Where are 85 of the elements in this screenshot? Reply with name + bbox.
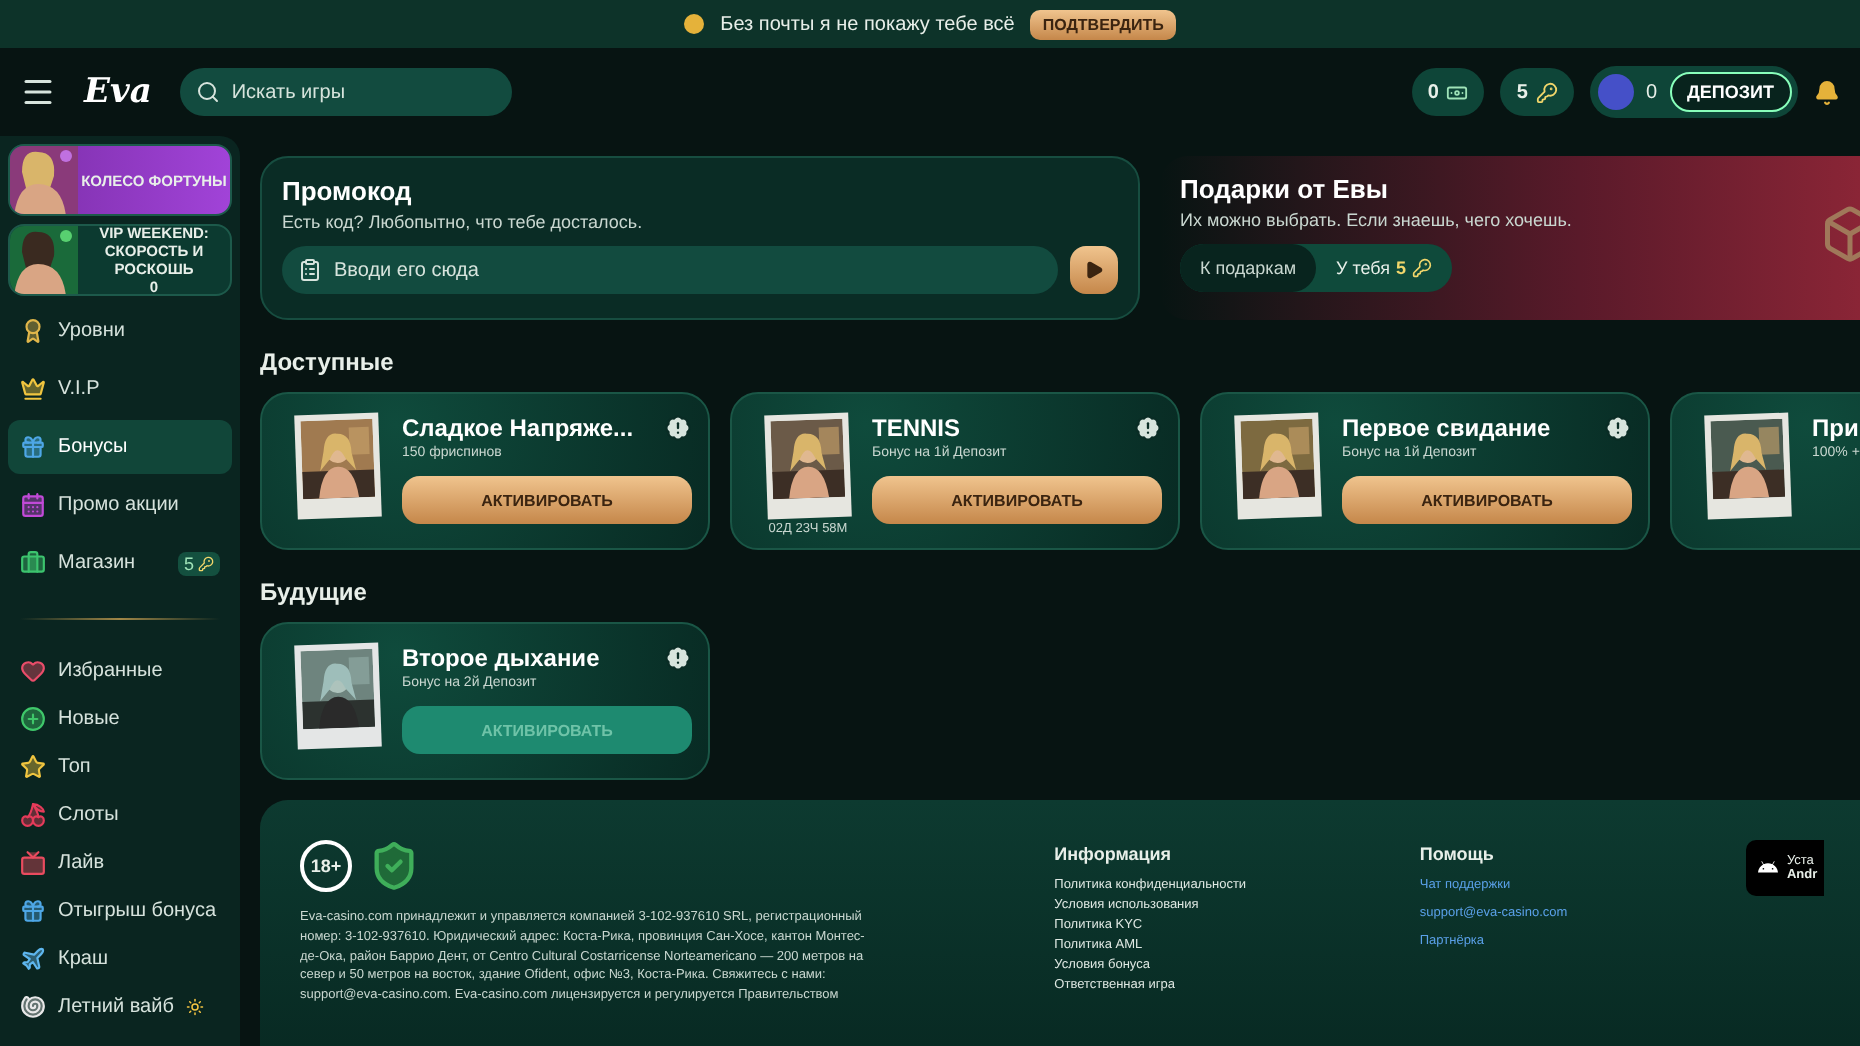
logo: Eva xyxy=(84,72,152,112)
sidebar-item[interactable]: Отыгрыш бонуса xyxy=(8,888,232,932)
card-title: Второе дыхание xyxy=(402,644,600,672)
card-title: Сладкое Напряже... xyxy=(402,414,634,442)
sidebar-label: Уровни xyxy=(58,320,125,342)
sidebar-label: V.I.P xyxy=(58,378,100,400)
info-icon[interactable] xyxy=(1134,414,1162,442)
cash-balance[interactable]: 0 xyxy=(1411,68,1485,116)
plane-icon xyxy=(20,945,46,971)
play-icon xyxy=(1084,260,1104,280)
heart-icon xyxy=(20,657,46,683)
sidebar-label: Бонусы xyxy=(58,436,128,458)
wallet-amount: 0 xyxy=(1645,81,1657,103)
sidebar-item[interactable]: Бонусы xyxy=(8,420,232,474)
sidebar-label: Отыгрыш бонуса xyxy=(58,899,217,921)
keys-count: У тебя 5 xyxy=(1316,258,1453,278)
section-title: Будущие xyxy=(260,578,369,606)
search-icon xyxy=(195,80,220,104)
bell-icon[interactable] xyxy=(1814,79,1840,105)
sidebar-label: Новые xyxy=(58,707,120,729)
clipboard-icon xyxy=(298,258,322,282)
shell-icon xyxy=(20,993,46,1019)
sidebar-item[interactable]: Магазин 5 xyxy=(8,536,232,590)
sidebar-label: Избранные xyxy=(58,659,163,681)
gifts-button[interactable]: К подаркам xyxy=(1180,244,1317,292)
card-title: TENNIS xyxy=(872,414,961,442)
banknote-icon xyxy=(1446,81,1469,103)
panel-title: Промокод xyxy=(282,176,414,206)
calendar-icon xyxy=(20,492,46,518)
key-icon xyxy=(1535,81,1558,103)
activate-button[interactable]: АКТИВИРОВАТЬ xyxy=(1342,476,1632,524)
submit-button[interactable] xyxy=(1070,246,1118,294)
sidebar-item[interactable]: Топ xyxy=(8,744,232,788)
medal-icon xyxy=(20,318,46,344)
deposit-button[interactable]: ДЕПОЗИТ xyxy=(1669,72,1792,112)
gift-icon xyxy=(20,434,46,460)
sidebar-item[interactable]: Новые xyxy=(8,696,232,740)
plus-icon xyxy=(20,705,46,731)
activate-button[interactable]: АКТИВИРОВАТЬ xyxy=(872,476,1162,524)
notice-text: Без почты я не покажу тебе всё xyxy=(720,13,1015,35)
activate-button[interactable]: АКТИВИРОВАТЬ xyxy=(402,476,692,524)
sidebar-item[interactable]: Краш xyxy=(8,936,232,980)
sun-icon xyxy=(185,997,204,1015)
menu-icon[interactable] xyxy=(20,74,56,110)
coin-icon xyxy=(684,14,705,34)
sidebar-item[interactable]: Лайв xyxy=(8,840,232,884)
gift-icon xyxy=(20,897,46,923)
age-badge: 18+ xyxy=(300,840,352,892)
sidebar-label: Лайв xyxy=(58,851,105,873)
sidebar-label: Летний вайб xyxy=(58,995,174,1017)
sidebar-item[interactable]: V.I.P xyxy=(8,362,232,416)
sidebar-label: Краш xyxy=(58,947,108,969)
panel-subtitle: Есть код? Любопытно, что тебе досталось. xyxy=(282,212,645,232)
sidebar-label: Слоты xyxy=(58,803,119,825)
keys-balance[interactable]: 5 xyxy=(1500,68,1574,116)
key-icon xyxy=(1412,258,1433,278)
tv-icon xyxy=(20,849,46,875)
promo-code-field[interactable]: Вводи его сюда xyxy=(282,246,1058,294)
avatar-icon xyxy=(1597,74,1634,110)
sidebar-label: Магазин xyxy=(58,552,136,574)
sidebar-item[interactable]: Промо акции xyxy=(8,478,232,532)
info-icon[interactable] xyxy=(1604,414,1632,442)
sidebar-item[interactable]: Летний вайб xyxy=(8,984,232,1028)
sidebar-label: Промо акции xyxy=(58,494,179,516)
confirm-button[interactable]: ПОДТВЕРДИТЬ xyxy=(1030,9,1176,39)
crown-icon xyxy=(20,376,46,402)
column-title: Помощь xyxy=(1419,844,1496,864)
column-title: Информация xyxy=(1054,844,1174,864)
sidebar-item[interactable]: Уровни xyxy=(8,304,232,358)
panel-subtitle: Их можно выбрать. Если знаешь, чего хочешь. xyxy=(1180,210,1574,230)
card-title: Первое свидание xyxy=(1342,414,1551,442)
key-count-badge: 5 xyxy=(177,551,220,575)
cherry-icon xyxy=(20,801,46,827)
android-icon xyxy=(1758,858,1779,878)
briefcase-icon xyxy=(20,550,46,576)
key-icon xyxy=(198,555,214,571)
panel-title: Подарки от Евы xyxy=(1180,174,1391,204)
sidebar-item[interactable]: Избранные xyxy=(8,648,232,692)
section-title: Доступные xyxy=(260,348,396,376)
info-icon[interactable] xyxy=(664,414,692,442)
card-title: При xyxy=(1812,414,1859,442)
sidebar-item[interactable]: Слоты xyxy=(8,792,232,836)
sidebar-label: Топ xyxy=(58,755,91,777)
star-icon xyxy=(20,753,46,779)
search-field[interactable]: Искать игры xyxy=(179,68,512,116)
